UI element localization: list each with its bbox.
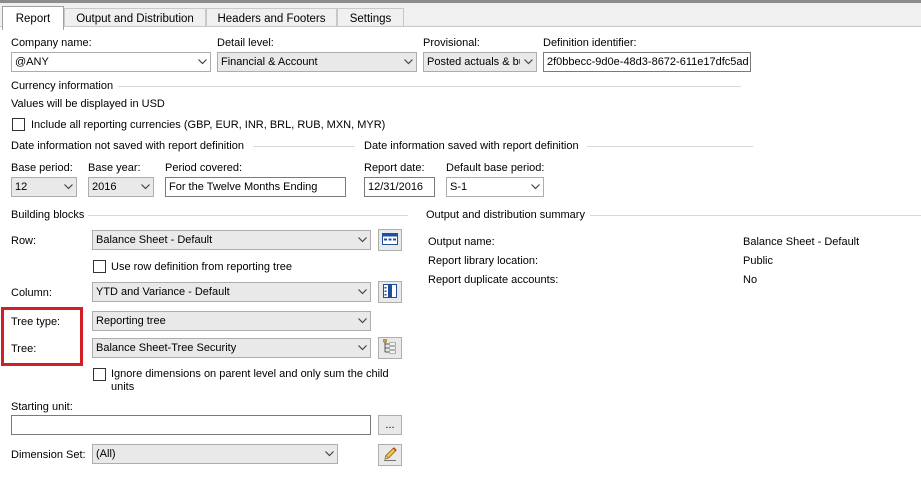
tab-headers-and-footers[interactable]: Headers and Footers bbox=[206, 8, 337, 28]
definition-identifier-value: 2f0bbecc-9d0e-48d3-8672-611e17dfc5ad bbox=[547, 56, 749, 68]
use-row-definition-label: Use row definition from reporting tree bbox=[111, 261, 292, 273]
row-definition-value: Balance Sheet - Default bbox=[96, 234, 213, 246]
summary-duplicate-accounts-key: Report duplicate accounts: bbox=[428, 274, 559, 286]
currency-note: Values will be displayed in USD bbox=[11, 98, 165, 110]
company-name-combo[interactable]: @ANY bbox=[11, 52, 211, 72]
base-period-value: 12 bbox=[15, 181, 28, 193]
tree-type-value: Reporting tree bbox=[96, 315, 166, 327]
currency-heading: Currency information bbox=[11, 80, 114, 92]
summary-duplicate-accounts-value: No bbox=[743, 274, 758, 286]
detail-level-value: Financial & Account bbox=[221, 56, 318, 68]
period-covered-field[interactable]: For the Twelve Months Ending bbox=[165, 177, 346, 197]
dimension-set-label: Dimension Set: bbox=[11, 449, 86, 461]
tree-combo[interactable]: Balance Sheet-Tree Security bbox=[92, 338, 371, 358]
edit-reporting-tree-button[interactable] bbox=[378, 337, 402, 359]
base-year-value: 2016 bbox=[92, 181, 117, 193]
row-definition-icon bbox=[382, 232, 398, 248]
divider bbox=[88, 215, 408, 216]
divider bbox=[590, 215, 921, 216]
default-base-period-combo[interactable]: S-1 bbox=[446, 177, 544, 197]
building-blocks-heading: Building blocks bbox=[11, 209, 85, 221]
divider bbox=[118, 86, 741, 87]
ignore-parent-dimensions-label-line2: units bbox=[111, 381, 135, 393]
tab-strip: Report Output and Distribution Headers a… bbox=[0, 3, 921, 30]
row-definition-combo[interactable]: Balance Sheet - Default bbox=[92, 230, 371, 250]
detail-level-label: Detail level: bbox=[217, 37, 274, 49]
definition-identifier-field[interactable]: 2f0bbecc-9d0e-48d3-8672-611e17dfc5ad bbox=[543, 52, 751, 72]
tab-label: Headers and Footers bbox=[217, 12, 326, 25]
company-name-label: Company name: bbox=[11, 37, 92, 49]
chevron-down-icon bbox=[354, 283, 370, 301]
column-label: Column: bbox=[11, 287, 52, 299]
edit-dimension-set-button[interactable] bbox=[378, 444, 402, 466]
summary-heading: Output and distribution summary bbox=[426, 209, 585, 221]
tab-label: Output and Distribution bbox=[76, 12, 194, 25]
chevron-down-icon bbox=[194, 53, 210, 71]
tab-label: Report bbox=[15, 12, 51, 25]
summary-library-location-key: Report library location: bbox=[428, 255, 539, 267]
tab-settings[interactable]: Settings bbox=[337, 8, 404, 28]
tree-value: Balance Sheet-Tree Security bbox=[96, 342, 237, 354]
chevron-down-icon bbox=[354, 231, 370, 249]
default-base-period-value: S-1 bbox=[450, 181, 468, 193]
period-covered-label: Period covered: bbox=[165, 162, 243, 174]
edit-column-definition-button[interactable] bbox=[378, 281, 402, 303]
tree-type-combo[interactable]: Reporting tree bbox=[92, 311, 371, 331]
summary-output-name-key: Output name: bbox=[428, 236, 495, 248]
edit-row-definition-button[interactable] bbox=[378, 229, 402, 251]
tab-output-and-distribution[interactable]: Output and Distribution bbox=[64, 8, 206, 28]
period-covered-value: For the Twelve Months Ending bbox=[169, 181, 318, 193]
starting-unit-browse-button[interactable]: ... bbox=[378, 415, 402, 435]
pencil-icon bbox=[382, 446, 398, 465]
report-date-value: 12/31/2016 bbox=[368, 181, 424, 193]
column-definition-combo[interactable]: YTD and Variance - Default bbox=[92, 282, 371, 302]
highlight-box bbox=[1, 307, 83, 366]
chevron-down-icon bbox=[354, 312, 370, 330]
tab-label: Settings bbox=[349, 12, 392, 25]
column-definition-value: YTD and Variance - Default bbox=[96, 286, 230, 298]
starting-unit-field[interactable] bbox=[11, 415, 371, 435]
report-date-field[interactable]: 12/31/2016 bbox=[364, 177, 435, 197]
provisional-combo[interactable]: Posted actuals & bu bbox=[423, 52, 537, 72]
base-period-combo[interactable]: 12 bbox=[11, 177, 77, 197]
include-all-currencies-label: Include all reporting currencies (GBP, E… bbox=[31, 119, 386, 131]
chevron-down-icon bbox=[137, 178, 153, 196]
definition-identifier-label: Definition identifier: bbox=[543, 37, 637, 49]
date-not-saved-heading: Date information not saved with report d… bbox=[11, 140, 244, 152]
provisional-label: Provisional: bbox=[423, 37, 480, 49]
base-year-label: Base year: bbox=[88, 162, 141, 174]
chevron-down-icon bbox=[400, 53, 416, 71]
starting-unit-label: Starting unit: bbox=[11, 401, 73, 413]
detail-level-combo[interactable]: Financial & Account bbox=[217, 52, 417, 72]
dimension-set-value: (All) bbox=[96, 448, 116, 460]
row-label: Row: bbox=[11, 235, 37, 247]
base-year-combo[interactable]: 2016 bbox=[88, 177, 154, 197]
date-saved-heading: Date information saved with report defin… bbox=[364, 140, 579, 152]
tree-hierarchy-icon bbox=[383, 339, 397, 357]
column-definition-icon bbox=[383, 283, 397, 301]
summary-library-location-value: Public bbox=[743, 255, 773, 267]
ignore-parent-dimensions-checkbox[interactable] bbox=[93, 368, 106, 381]
summary-output-name-value: Balance Sheet - Default bbox=[743, 236, 860, 248]
divider bbox=[253, 146, 355, 147]
chevron-down-icon bbox=[321, 445, 337, 463]
tab-report[interactable]: Report bbox=[2, 6, 64, 30]
chevron-down-icon bbox=[527, 178, 543, 196]
use-row-definition-checkbox[interactable] bbox=[93, 260, 106, 273]
include-all-currencies-checkbox[interactable] bbox=[12, 118, 25, 131]
divider bbox=[587, 146, 753, 147]
provisional-value: Posted actuals & bu bbox=[427, 56, 520, 68]
default-base-period-label: Default base period: bbox=[446, 162, 545, 174]
chevron-down-icon bbox=[520, 53, 536, 71]
browse-ellipsis: ... bbox=[385, 419, 395, 431]
base-period-label: Base period: bbox=[11, 162, 73, 174]
chevron-down-icon bbox=[354, 339, 370, 357]
dimension-set-combo[interactable]: (All) bbox=[92, 444, 338, 464]
chevron-down-icon bbox=[60, 178, 76, 196]
report-date-label: Report date: bbox=[364, 162, 425, 174]
ignore-parent-dimensions-label-line1: Ignore dimensions on parent level and on… bbox=[111, 368, 389, 380]
company-name-value: @ANY bbox=[15, 56, 49, 68]
